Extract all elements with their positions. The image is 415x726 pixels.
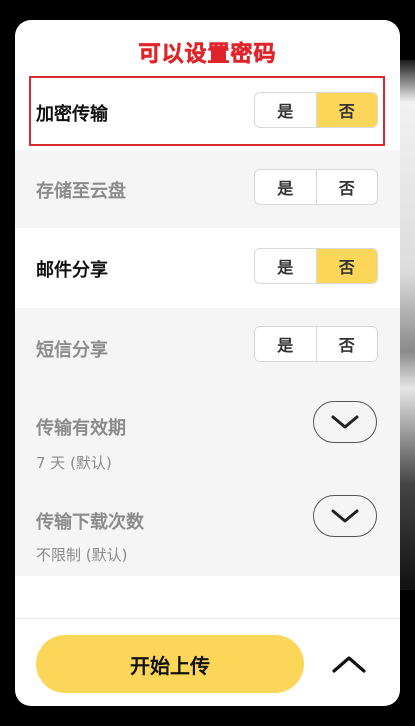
annotation-title: 可以设置密码	[138, 42, 277, 68]
upload-settings-sheet: 可以设置密码 加密传输 是 否 存储至云盘 是 否 邮件分享 是 否 短信分享 …	[15, 20, 400, 706]
option-row-cloud: 存储至云盘 是 否	[15, 150, 400, 228]
option-row-email: 邮件分享 是 否	[15, 228, 400, 308]
sms-yes-button[interactable]: 是	[255, 327, 317, 361]
download-limit-label: 传输下载次数	[36, 512, 144, 533]
collapse-button[interactable]	[327, 644, 371, 684]
cloud-toggle: 是 否	[254, 169, 378, 205]
start-upload-button[interactable]: 开始上传	[36, 635, 304, 693]
expiry-label: 传输有效期	[36, 418, 126, 439]
chevron-down-icon	[331, 509, 359, 523]
email-yes-button[interactable]: 是	[255, 249, 317, 283]
email-no-button[interactable]: 否	[316, 249, 377, 283]
annotation-highlight-box	[29, 76, 385, 146]
cloud-no-button[interactable]: 否	[317, 170, 378, 204]
cloud-yes-button[interactable]: 是	[255, 170, 317, 204]
expiry-value: 7 天 (默认)	[36, 454, 112, 472]
option-label-cloud: 存储至云盘	[36, 181, 126, 202]
expiry-dropdown-button[interactable]	[313, 401, 377, 443]
sms-toggle: 是 否	[254, 326, 378, 362]
footer-divider	[15, 618, 400, 619]
gray-settings-area: 短信分享 是 否 传输有效期 7 天 (默认) 传输下载次数 不限制 (默认)	[15, 308, 400, 576]
download-limit-value: 不限制 (默认)	[36, 546, 128, 564]
option-label-sms: 短信分享	[36, 340, 108, 361]
chevron-up-icon	[332, 656, 366, 673]
option-label-email: 邮件分享	[36, 260, 108, 281]
download-limit-dropdown-button[interactable]	[313, 495, 377, 537]
chevron-down-icon	[331, 415, 359, 429]
email-toggle: 是 否	[254, 248, 378, 284]
sms-no-button[interactable]: 否	[317, 327, 378, 361]
